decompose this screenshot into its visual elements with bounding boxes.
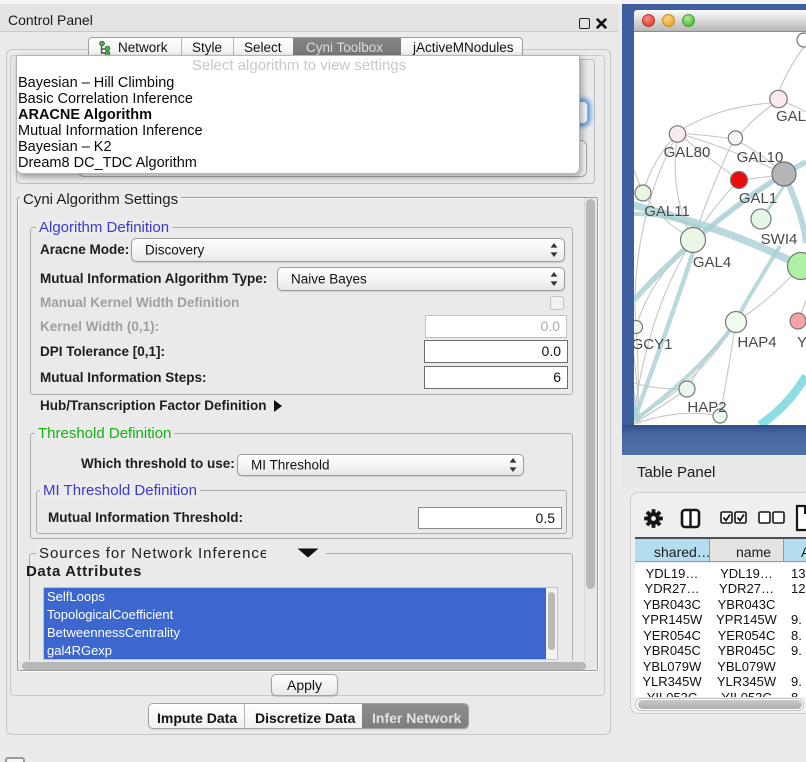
svg-text:YJ: YJ [797,334,806,351]
svg-text:GAL10: GAL10 [737,149,784,166]
svg-text:GAL80: GAL80 [664,144,711,161]
svg-text:HAP2: HAP2 [687,399,726,416]
svg-text:GAL1: GAL1 [739,190,777,207]
svg-text:SWI4: SWI4 [761,231,798,248]
svg-text:GCY1: GCY1 [634,336,672,353]
svg-text:HAP4: HAP4 [737,334,776,351]
svg-text:GAL4: GAL4 [693,254,731,271]
svg-text:GAL7: GAL7 [776,108,806,125]
svg-text:GAL11: GAL11 [644,203,690,220]
